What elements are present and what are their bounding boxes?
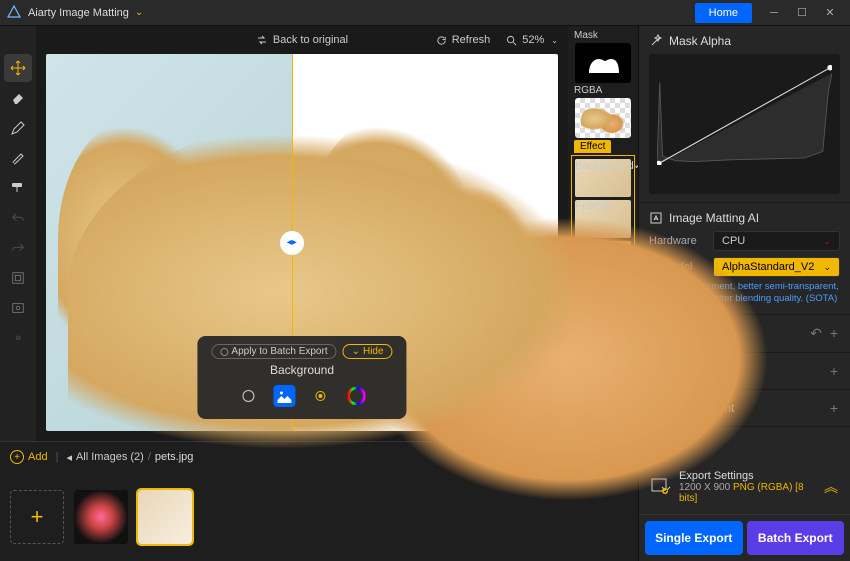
wand-icon — [649, 34, 663, 48]
bg-color-radio[interactable] — [309, 385, 331, 407]
add-image-button[interactable]: +Add — [10, 450, 48, 464]
refresh-button[interactable]: Refresh — [436, 34, 491, 46]
tool-sidebar: » — [0, 26, 36, 441]
mask-alpha-title: Mask Alpha — [669, 34, 731, 48]
popup-title: Background — [211, 363, 392, 377]
brush-tool[interactable] — [4, 144, 32, 172]
expand-sidebar-button[interactable]: » — [4, 324, 32, 352]
home-button[interactable]: Home — [695, 3, 752, 23]
mask-label: Mask — [568, 30, 598, 41]
rgba-label: RGBA — [568, 85, 602, 96]
move-tool[interactable] — [4, 54, 32, 82]
maximize-button[interactable]: ☐ — [788, 3, 816, 23]
app-title: Aiarty Image Matting — [28, 7, 129, 19]
back-to-original-button[interactable]: Back to original — [256, 34, 348, 46]
edit-add-icon[interactable]: + — [830, 325, 838, 341]
area-add-icon[interactable]: + — [830, 363, 838, 379]
refine-add-icon[interactable]: + — [830, 400, 838, 416]
compare-handle-icon[interactable]: ◂▸ — [280, 231, 304, 255]
thumbnail-2[interactable] — [138, 490, 192, 544]
undo-button[interactable] — [4, 204, 32, 232]
bg-image-option[interactable] — [273, 385, 295, 407]
app-logo-icon — [6, 5, 22, 21]
export-expand-icon[interactable]: ︽ — [824, 477, 838, 497]
edit-undo-icon[interactable]: ↶ — [810, 325, 822, 342]
minimize-button[interactable]: ─ — [760, 3, 788, 23]
title-dropdown-icon[interactable]: ⌄ — [135, 7, 143, 18]
apply-batch-toggle[interactable]: Apply to Batch Export — [211, 344, 336, 359]
mask-alpha-histogram[interactable] — [649, 54, 840, 194]
color-picker-button[interactable] — [345, 385, 367, 407]
mask-thumbnail[interactable] — [575, 43, 631, 83]
eraser-tool[interactable] — [4, 84, 32, 112]
add-image-tile[interactable]: + — [10, 490, 64, 544]
hide-popup-button[interactable]: ⌄Hide — [343, 344, 393, 359]
compare-tool[interactable] — [4, 294, 32, 322]
close-button[interactable]: ✕ — [816, 3, 844, 23]
bg-none-option[interactable] — [237, 385, 259, 407]
fit-tool[interactable] — [4, 264, 32, 292]
redo-button[interactable] — [4, 234, 32, 262]
zoom-control[interactable]: 52%⌄ — [506, 34, 558, 46]
background-popup: Apply to Batch Export ⌄Hide Background — [197, 336, 406, 419]
roller-tool[interactable] — [4, 174, 32, 202]
pencil-tool[interactable] — [4, 114, 32, 142]
